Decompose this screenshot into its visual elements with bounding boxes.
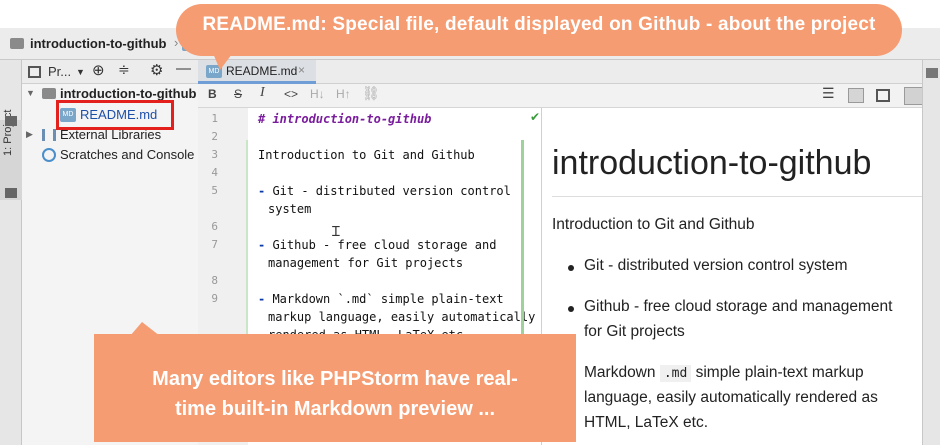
code-line: system bbox=[268, 202, 312, 216]
preview-list-item: Github - free cloud storage and manageme… bbox=[584, 298, 893, 315]
text-cursor-icon: Ɪ bbox=[332, 223, 340, 239]
tree-item-label: introduction-to-github bbox=[60, 86, 197, 101]
database-icon[interactable] bbox=[926, 68, 938, 78]
chevron-down-icon[interactable]: ▼ bbox=[26, 88, 35, 98]
line-number: 3 bbox=[211, 148, 218, 161]
callout-bottom-text: Many editors like PHPStorm have real- ti… bbox=[94, 364, 576, 424]
preview-list-item: Git - distributed version control system bbox=[584, 257, 848, 274]
preview-only-icon[interactable] bbox=[876, 89, 890, 102]
preview-heading: introduction-to-github bbox=[552, 144, 872, 182]
line-number: 5 bbox=[211, 184, 218, 197]
divider bbox=[552, 196, 922, 197]
line-number: 1 bbox=[211, 112, 218, 125]
bullet-icon bbox=[568, 265, 574, 271]
code-line: # introduction-to-github bbox=[258, 112, 432, 126]
callout-bottom-line: time built-in Markdown preview ... bbox=[174, 398, 496, 420]
chevron-right-icon[interactable]: ▶ bbox=[26, 129, 33, 140]
close-icon[interactable]: × bbox=[298, 63, 305, 77]
folder-icon bbox=[5, 116, 17, 126]
code-button[interactable]: <> bbox=[284, 87, 298, 101]
line-number: 9 bbox=[211, 292, 218, 305]
header-decrease-button[interactable]: H↓ bbox=[310, 87, 325, 101]
header-increase-button[interactable]: H↑ bbox=[336, 87, 351, 101]
chevron-down-icon[interactable]: ▼ bbox=[76, 67, 85, 77]
code-line: - Git - distributed version control bbox=[258, 184, 511, 198]
hide-icon[interactable]: — bbox=[176, 60, 191, 77]
italic-button[interactable]: I bbox=[260, 85, 265, 101]
checkmark-icon: ✔ bbox=[530, 110, 541, 124]
preview-paragraph: Introduction to Git and Github bbox=[552, 216, 755, 233]
gear-icon[interactable]: ⚙ bbox=[150, 61, 163, 79]
line-number: 7 bbox=[211, 238, 218, 251]
tree-item-label: Scratches and Console bbox=[60, 147, 195, 162]
line-number: 4 bbox=[211, 166, 218, 179]
tree-item-scratches[interactable]: Scratches and Console bbox=[22, 145, 198, 165]
bold-button[interactable]: B bbox=[208, 87, 217, 101]
breadcrumb-project[interactable]: introduction-to-github bbox=[30, 36, 166, 51]
structure-icon bbox=[5, 188, 17, 198]
bullet-icon bbox=[568, 306, 574, 312]
callout-bottom-line: Many editors like PHPStorm have real- bbox=[152, 368, 518, 390]
callout-top-text: README.md: Special file, default display… bbox=[202, 14, 876, 35]
project-view-icon bbox=[28, 66, 41, 78]
sync-scroll-icon[interactable] bbox=[904, 87, 924, 105]
line-number: 8 bbox=[211, 274, 218, 287]
markdown-preview: introduction-to-github Introduction to G… bbox=[542, 108, 922, 445]
code-line: - Github - free cloud storage and bbox=[258, 238, 497, 252]
split-view-icon[interactable] bbox=[848, 88, 864, 103]
preview-list-item: for Git projects bbox=[584, 323, 685, 340]
editor-tab-bar: MD README.md × bbox=[198, 60, 940, 84]
line-number: 2 bbox=[211, 130, 218, 143]
code-line: - Markdown `.md` simple plain-text bbox=[258, 292, 504, 306]
library-icon bbox=[42, 129, 56, 141]
preview-paragraph: HTML, LaTeX etc. bbox=[584, 414, 709, 431]
scratches-icon bbox=[42, 148, 56, 162]
folder-icon bbox=[42, 88, 56, 99]
preview-paragraph: Markdown .md simple plain-text markup bbox=[584, 364, 864, 382]
code-line: management for Git projects bbox=[268, 256, 464, 270]
preview-paragraph: language, easily automatically rendered … bbox=[584, 389, 878, 406]
strikethrough-button[interactable]: S bbox=[234, 87, 242, 101]
collapse-all-icon[interactable]: ≑ bbox=[118, 61, 130, 78]
link-icon[interactable]: ⛓ bbox=[362, 85, 380, 102]
markdown-toolbar: B S I <> H↓ H↑ ⛓ ☰ bbox=[198, 84, 940, 108]
folder-icon bbox=[10, 38, 24, 49]
locate-icon[interactable]: ⊕ bbox=[92, 61, 105, 79]
editor-only-icon[interactable]: ☰ bbox=[822, 85, 835, 102]
project-view-selector[interactable]: Pr... bbox=[48, 64, 71, 79]
code-line: Introduction to Git and Github bbox=[258, 148, 475, 162]
highlight-box bbox=[56, 100, 174, 130]
change-marker bbox=[521, 140, 524, 340]
line-number: 6 bbox=[211, 220, 218, 233]
right-tool-strip bbox=[922, 60, 940, 445]
project-toolbar: Pr... ▼ ⊕ ≑ ⚙ — bbox=[22, 60, 198, 84]
left-tool-strip: 1: Project bbox=[0, 60, 22, 445]
code-line: markup language, easily automatically bbox=[268, 310, 536, 324]
